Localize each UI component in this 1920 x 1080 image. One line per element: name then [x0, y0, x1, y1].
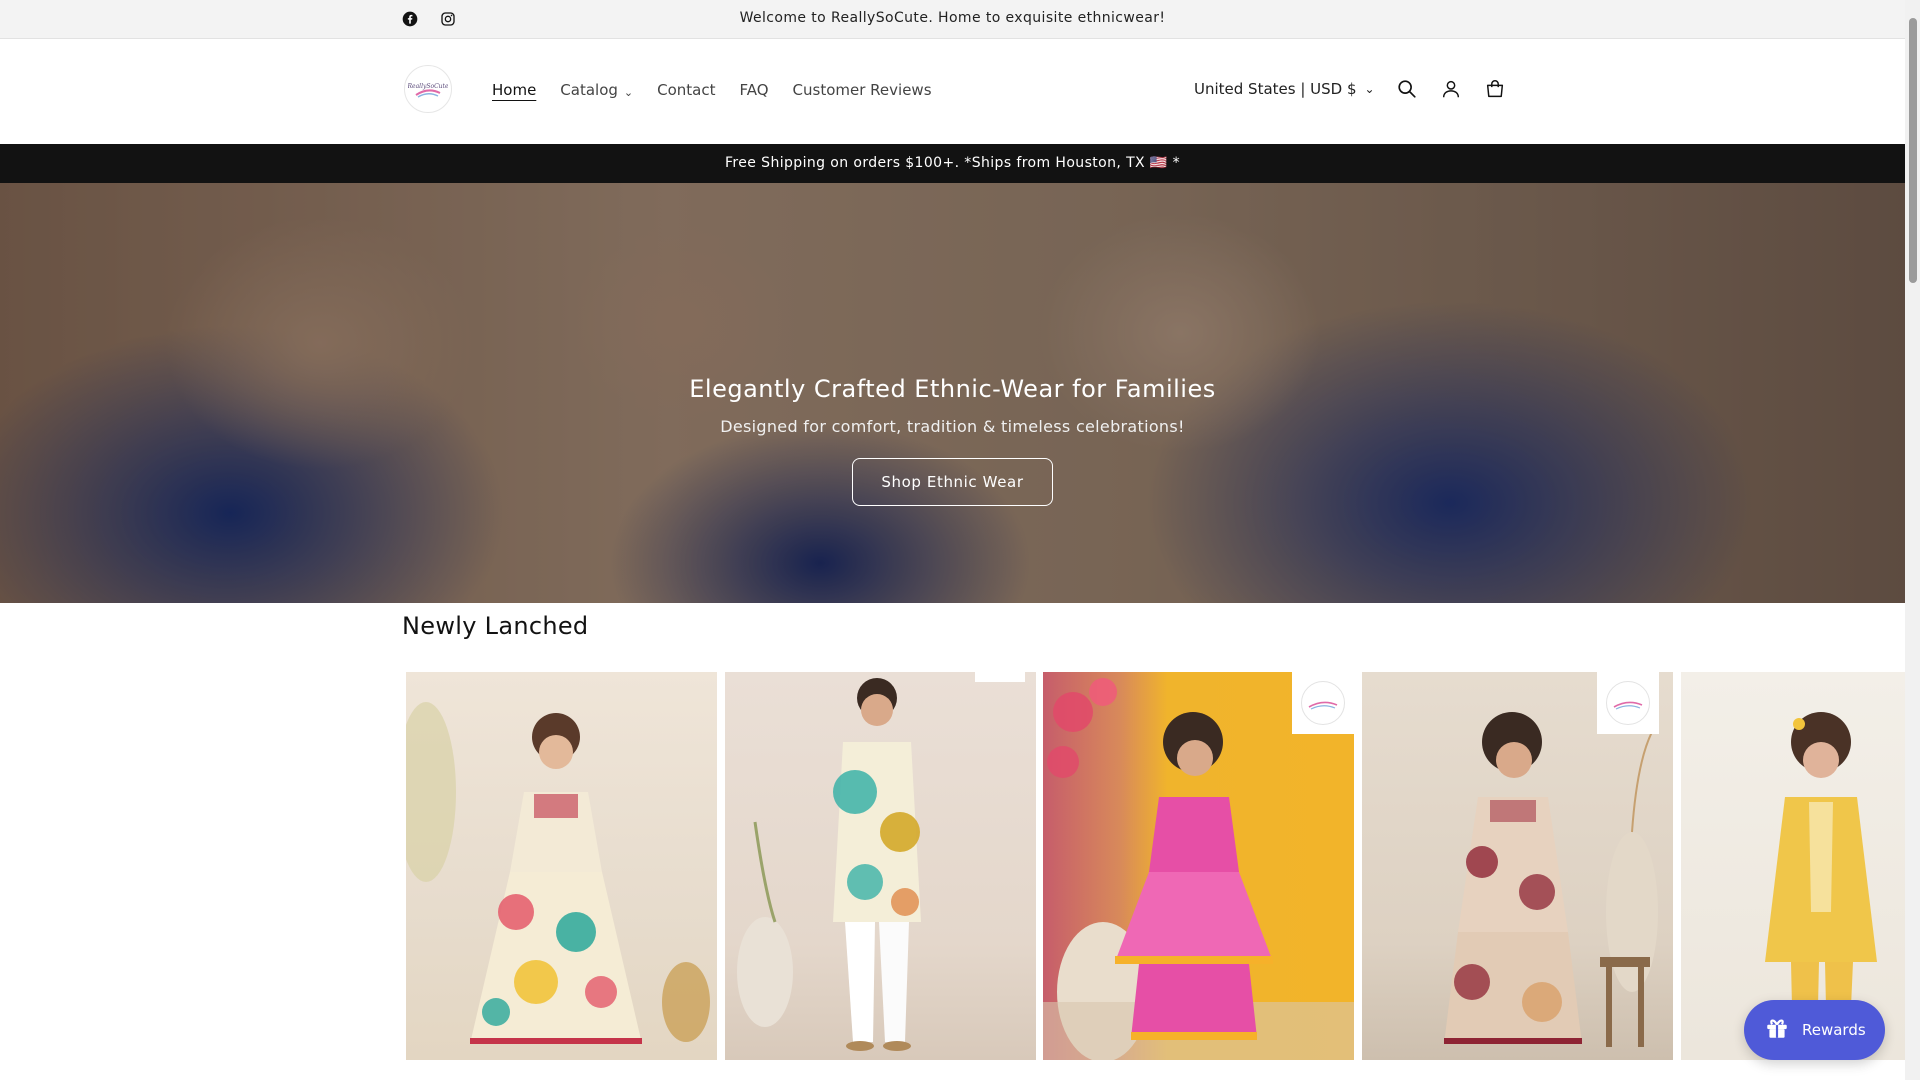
- announcement-message: Welcome to ReallySoCute. Home to exquisi…: [739, 10, 1166, 26]
- svg-text:ReallySoCute: ReallySoCute: [408, 83, 448, 90]
- product-card[interactable]: [1043, 672, 1354, 1060]
- section-title: Newly Lanched: [402, 612, 589, 640]
- header-actions: United States | USD $ ⌄: [1194, 77, 1507, 101]
- hero-banner: Elegantly Crafted Ethnic-Wear for Famili…: [0, 183, 1905, 603]
- nav-item-customer-reviews[interactable]: Customer Reviews: [793, 81, 932, 99]
- nav-item-label: Catalog: [560, 81, 618, 99]
- product-card[interactable]: [725, 672, 1036, 1060]
- scrollbar-thumb[interactable]: [1909, 18, 1917, 283]
- product-carousel: [406, 672, 1905, 1080]
- logo-mark: ReallySoCute: [408, 71, 448, 107]
- nav-item-contact[interactable]: Contact: [657, 81, 715, 99]
- brand-logo-mark: [1606, 681, 1650, 725]
- product-card[interactable]: [1362, 672, 1673, 1060]
- country-currency-selector[interactable]: United States | USD $ ⌄: [1194, 80, 1375, 98]
- chevron-down-icon: ⌄: [623, 85, 634, 99]
- nav-item-label: Home: [492, 81, 537, 99]
- announcement-bar: Welcome to ReallySoCute. Home to exquisi…: [0, 0, 1905, 39]
- nav-item-faq[interactable]: FAQ: [739, 81, 768, 99]
- country-currency-label: United States | USD $: [1194, 80, 1357, 98]
- shipping-announcement: Free Shipping on orders $100+. *Ships fr…: [0, 144, 1905, 183]
- site-header: ReallySoCute Home Catalog ⌄ Contact FAQ C…: [0, 39, 1905, 144]
- brand-badge: [1292, 672, 1354, 734]
- nav-item-label: Customer Reviews: [792, 81, 932, 99]
- rewards-launcher-button[interactable]: Rewards: [1744, 1000, 1885, 1060]
- nav-item-label: FAQ: [739, 81, 769, 99]
- nav-item-catalog[interactable]: Catalog ⌄: [560, 81, 633, 99]
- hero-title: Elegantly Crafted Ethnic-Wear for Famili…: [689, 375, 1216, 403]
- cart-icon[interactable]: [1483, 77, 1507, 101]
- gift-icon: [1764, 1015, 1790, 1045]
- product-image: [737, 672, 1025, 1051]
- hero-content: Elegantly Crafted Ethnic-Wear for Famili…: [0, 375, 1905, 506]
- nav-item-home[interactable]: Home: [492, 81, 536, 99]
- product-image: [406, 702, 710, 1044]
- rewards-label: Rewards: [1802, 1021, 1866, 1039]
- account-icon[interactable]: [1439, 77, 1463, 101]
- chevron-down-icon: ⌄: [1364, 82, 1375, 96]
- page-scrollbar[interactable]: [1905, 0, 1920, 1080]
- brand-badge: [1597, 672, 1659, 734]
- product-card[interactable]: [406, 672, 717, 1060]
- hero-subtitle: Designed for comfort, tradition & timele…: [720, 417, 1185, 436]
- nav-item-label: Contact: [657, 81, 716, 99]
- search-icon[interactable]: [1395, 77, 1419, 101]
- store-logo[interactable]: ReallySoCute: [404, 65, 452, 113]
- brand-logo-mark: [1301, 681, 1345, 725]
- main-nav: Home Catalog ⌄ Contact FAQ Customer Revie…: [492, 81, 932, 99]
- shop-ethnic-wear-button[interactable]: Shop Ethnic Wear: [852, 458, 1053, 506]
